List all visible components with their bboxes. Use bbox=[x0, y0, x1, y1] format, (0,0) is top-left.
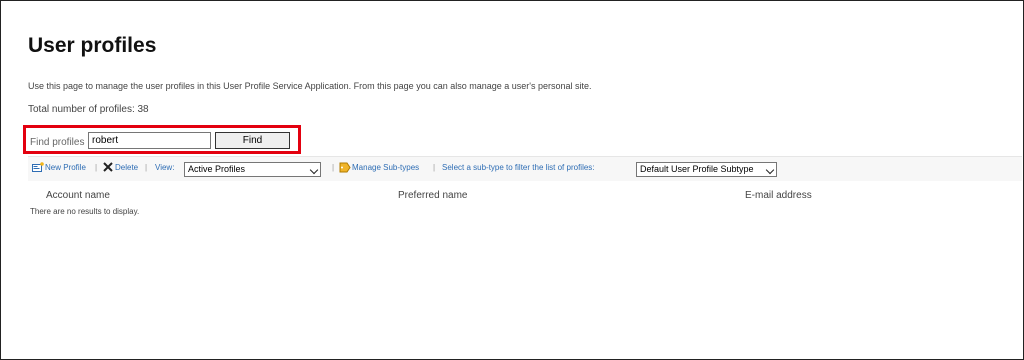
column-header-account-name[interactable]: Account name bbox=[46, 190, 110, 201]
empty-results-message: There are no results to display. bbox=[30, 207, 140, 216]
toolbar-separator: | bbox=[332, 163, 335, 172]
toolbar-separator: | bbox=[145, 163, 148, 172]
manage-subtypes-link[interactable]: Manage Sub-types bbox=[352, 163, 419, 172]
subtype-filter-label: Select a sub-type to filter the list of … bbox=[442, 163, 595, 172]
view-select[interactable]: Active Profiles bbox=[184, 162, 321, 177]
delete-x-icon bbox=[103, 162, 113, 172]
subtype-select[interactable]: Default User Profile Subtype bbox=[636, 162, 777, 177]
column-header-preferred-name[interactable]: Preferred name bbox=[398, 190, 467, 201]
find-button[interactable]: Find bbox=[215, 132, 290, 149]
find-profiles-input[interactable] bbox=[88, 132, 211, 149]
view-label: View: bbox=[155, 163, 175, 172]
view-select-value: Active Profiles bbox=[188, 164, 246, 174]
total-profiles-count: Total number of profiles: 38 bbox=[28, 104, 149, 115]
dropdown-chevron-icon bbox=[309, 165, 319, 175]
find-profiles-highlight: Find profiles Find bbox=[23, 125, 301, 154]
page-title: User profiles bbox=[28, 34, 157, 57]
profiles-toolbar: New Profile | Delete | View: Active Prof… bbox=[28, 156, 1022, 181]
find-profiles-label: Find profiles bbox=[30, 137, 85, 148]
manage-subtypes-icon bbox=[339, 162, 351, 173]
new-profile-link[interactable]: New Profile bbox=[45, 163, 86, 172]
delete-link[interactable]: Delete bbox=[115, 163, 138, 172]
toolbar-separator: | bbox=[95, 163, 98, 172]
new-profile-icon bbox=[32, 162, 44, 172]
subtype-select-value: Default User Profile Subtype bbox=[640, 164, 754, 174]
column-header-email-address[interactable]: E-mail address bbox=[745, 190, 812, 201]
page-description: Use this page to manage the user profile… bbox=[28, 81, 592, 91]
toolbar-separator: | bbox=[433, 163, 436, 172]
dropdown-chevron-icon bbox=[765, 165, 775, 175]
